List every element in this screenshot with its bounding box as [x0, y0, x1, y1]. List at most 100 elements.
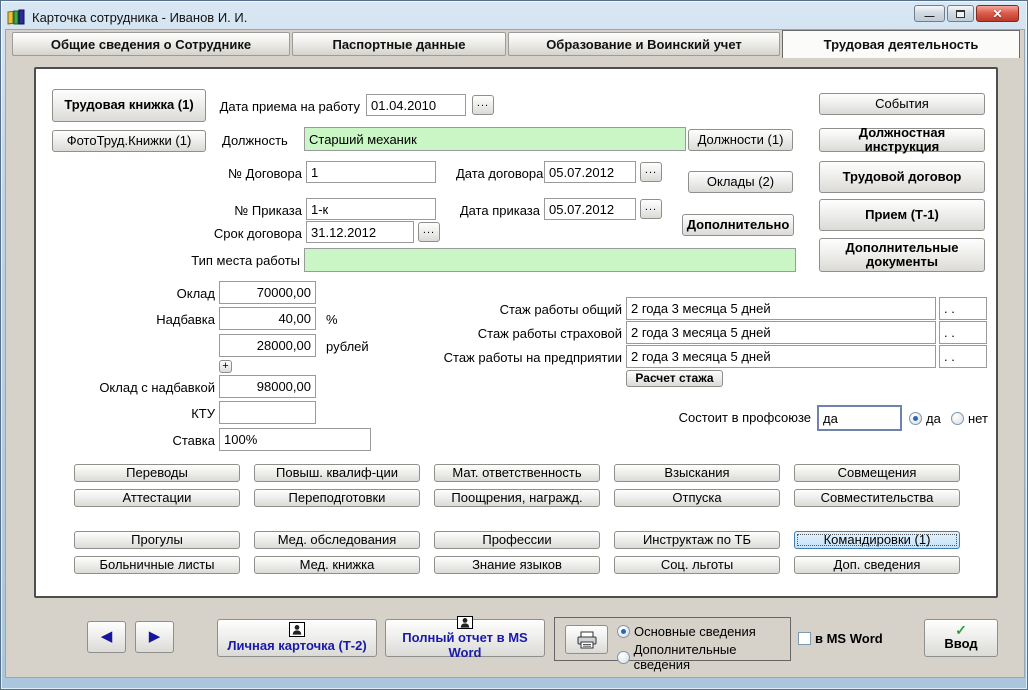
salaries-list-button[interactable]: Оклады (2) [688, 171, 793, 193]
app-window: Карточка сотрудника - Иванов И. И. — ✕ О… [0, 0, 1028, 690]
tab-general[interactable]: Общие сведения о Сотруднике [12, 32, 290, 56]
rewards-button[interactable]: Поощрения, награжд. [434, 489, 600, 507]
position-label: Должность [222, 133, 288, 148]
tab-passport[interactable]: Паспортные данные [292, 32, 506, 56]
personal-card-t2-label: Личная карточка (Т-2) [227, 639, 366, 653]
experience-total-field[interactable] [626, 297, 936, 320]
business-trips-button[interactable]: Командировки (1) [794, 531, 960, 549]
title-bar: Карточка сотрудника - Иванов И. И. — ✕ [7, 5, 1021, 29]
sick-leaves-button[interactable]: Больничные листы [74, 556, 240, 574]
experience-company-field[interactable] [626, 345, 936, 368]
ktu-field[interactable] [219, 401, 316, 424]
close-button[interactable]: ✕ [976, 5, 1019, 22]
second-jobs-button[interactable]: Совместительства [794, 489, 960, 507]
labor-contract-button[interactable]: Трудовой договор [819, 161, 985, 193]
union-no-label: нет [968, 411, 988, 426]
prev-record-button[interactable]: ◀ [87, 621, 126, 653]
photo-work-book-button[interactable]: ФотоТруд.Книжки (1) [52, 130, 206, 152]
work-place-type-field[interactable] [304, 248, 796, 272]
attestations-button[interactable]: Аттестации [74, 489, 240, 507]
work-book-button[interactable]: Трудовая книжка (1) [52, 89, 206, 122]
print-additional-option[interactable]: Дополнительные сведения [617, 642, 790, 672]
union-field[interactable] [817, 405, 902, 431]
ms-word-checkbox[interactable] [798, 632, 811, 645]
professions-button[interactable]: Профессии [434, 531, 600, 549]
contract-no-label: № Договора [186, 166, 302, 181]
print-button[interactable] [565, 625, 608, 654]
additional-info-button[interactable]: Доп. сведения [794, 556, 960, 574]
union-no-radio[interactable] [951, 412, 964, 425]
social-benefits-button[interactable]: Соц. льготы [614, 556, 780, 574]
print-main-option[interactable]: Основные сведения [617, 624, 756, 639]
ms-word-checkbox-label: в MS Word [815, 631, 883, 646]
union-yes-label: да [926, 411, 941, 426]
experience-insured-field[interactable] [626, 321, 936, 344]
languages-button[interactable]: Знание языков [434, 556, 600, 574]
maximize-button[interactable] [947, 5, 974, 22]
rate-field[interactable] [219, 428, 371, 451]
bonus-percent-field[interactable] [219, 307, 316, 330]
safety-briefing-button[interactable]: Инструктаж по ТБ [614, 531, 780, 549]
rate-label: Ставка [96, 433, 215, 448]
hire-date-picker-button[interactable]: ... [472, 95, 494, 115]
job-instruction-button[interactable]: Должностная инструкция [819, 128, 985, 152]
tab-education[interactable]: Образование и Воинский учет [508, 32, 780, 56]
calc-experience-button[interactable]: Расчет стажа [626, 370, 723, 387]
enter-button[interactable]: ✓ Ввод [924, 619, 998, 657]
bonus-rubles-field[interactable] [219, 334, 316, 357]
experience-insured-date-field[interactable] [939, 321, 987, 344]
events-button[interactable]: События [819, 93, 985, 115]
union-no-option[interactable]: нет [951, 411, 988, 426]
contract-date-field[interactable] [544, 161, 636, 183]
order-no-field[interactable] [306, 198, 436, 220]
additional-documents-button[interactable]: Дополнительные документы [819, 238, 985, 272]
additional-button[interactable]: Дополнительно [682, 214, 794, 236]
material-responsibility-button[interactable]: Мат. ответственность [434, 464, 600, 482]
work-place-type-label: Тип места работы [176, 253, 300, 268]
print-main-radio[interactable] [617, 625, 630, 638]
check-icon: ✓ [955, 625, 967, 635]
positions-list-button[interactable]: Должности (1) [688, 129, 793, 151]
next-record-button[interactable]: ▶ [135, 621, 174, 653]
union-yes-radio[interactable] [909, 412, 922, 425]
transfers-button[interactable]: Переводы [74, 464, 240, 482]
absences-button[interactable]: Прогулы [74, 531, 240, 549]
order-date-picker-button[interactable]: ... [640, 199, 662, 219]
medical-book-button[interactable]: Мед. книжка [254, 556, 420, 574]
experience-total-date-field[interactable] [939, 297, 987, 320]
retraining-button[interactable]: Переподготовки [254, 489, 420, 507]
order-no-label: № Приказа [186, 203, 302, 218]
hire-date-field[interactable] [366, 94, 466, 116]
qualification-up-button[interactable]: Повыш. квалиф-ции [254, 464, 420, 482]
contract-date-label: Дата договора [456, 166, 540, 181]
word-document-icon [289, 622, 305, 637]
hire-t1-button[interactable]: Прием (Т-1) [819, 199, 985, 231]
window-title: Карточка сотрудника - Иванов И. И. [32, 10, 247, 25]
order-date-field[interactable] [544, 198, 636, 220]
rubles-unit-label: рублей [326, 339, 369, 354]
salary-field[interactable] [219, 281, 316, 304]
vacations-button[interactable]: Отпуска [614, 489, 780, 507]
salary-total-field[interactable] [219, 375, 316, 398]
ms-word-checkbox-row[interactable]: в MS Word [798, 631, 883, 646]
contract-no-field[interactable] [306, 161, 436, 183]
contract-term-picker-button[interactable]: ... [418, 222, 440, 242]
union-yes-option[interactable]: да [909, 411, 941, 426]
position-field[interactable] [304, 127, 686, 151]
contract-term-field[interactable] [306, 221, 414, 243]
tab-labor-activity[interactable]: Трудовая деятельность [782, 30, 1020, 58]
maximize-icon [956, 10, 965, 18]
salary-label: Оклад [96, 286, 215, 301]
penalties-button[interactable]: Взыскания [614, 464, 780, 482]
client-area: Общие сведения о Сотруднике Паспортные д… [5, 29, 1025, 678]
contract-date-picker-button[interactable]: ... [640, 162, 662, 182]
minimize-button[interactable]: — [914, 5, 945, 22]
full-report-word-button[interactable]: Полный отчет в MS Word [385, 619, 545, 657]
labor-activity-panel: Трудовая книжка (1) ФотоТруд.Книжки (1) … [34, 67, 998, 598]
experience-company-date-field[interactable] [939, 345, 987, 368]
medical-exams-button[interactable]: Мед. обследования [254, 531, 420, 549]
combinations-button[interactable]: Совмещения [794, 464, 960, 482]
print-additional-radio[interactable] [617, 651, 630, 664]
plus-button[interactable]: + [219, 360, 232, 373]
personal-card-t2-button[interactable]: Личная карточка (Т-2) [217, 619, 377, 657]
